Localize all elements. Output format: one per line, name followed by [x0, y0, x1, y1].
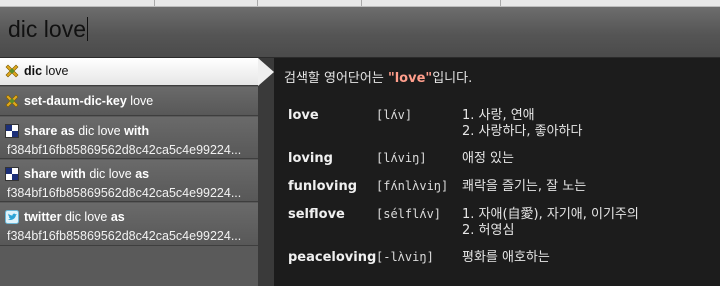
suggestion-argument: dic love [64, 210, 108, 224]
command-input-text: dic love [8, 16, 86, 42]
share-icon [5, 124, 19, 138]
strip-divider [361, 0, 362, 6]
suggestion-modifier: with [124, 124, 150, 138]
text-caret [86, 17, 88, 41]
suggestion-argument: dic love [89, 167, 132, 181]
entry-pronunciation: [-lʌ̀viŋ] [376, 250, 434, 264]
entry-word: funloving [288, 179, 358, 194]
twitter-icon [5, 210, 19, 224]
entry-meaning: 쾌락을 즐기는, 잘 노는 [462, 179, 586, 195]
preview-header-query: "love" [387, 71, 433, 86]
entry-word: peaceloving [288, 250, 377, 265]
suggestion-argument: love [130, 94, 154, 108]
suggestion-item-dic[interactable]: dic love [0, 58, 258, 86]
suggestion-command: share as [24, 124, 75, 138]
entry-meaning: 애정 있는 [462, 151, 514, 167]
suggestion-command: dic [24, 64, 43, 78]
suggestion-command: share with [24, 167, 86, 181]
strip-divider [257, 0, 258, 6]
entry-pronunciation: [lʌ́viŋ] [376, 151, 427, 165]
plugin-icon [5, 64, 19, 78]
suggestion-command: set-daum-dic-key [24, 94, 127, 108]
preview-header: 검색할 영어단어는 "love"입니다. [284, 67, 472, 86]
entry-word: selflove [288, 207, 345, 222]
entry-meaning: 1. 자애(自愛), 자기애, 이기주의 2. 허영심 [462, 207, 639, 239]
suggestion-modifier: as [110, 210, 125, 224]
suggestion-modifier: as [135, 167, 150, 181]
suggestion-item-share-with[interactable]: share with dic love as f384bf16fb8586956… [0, 160, 258, 202]
suggestion-item-set-daum-dic-key[interactable]: set-daum-dic-key love [0, 87, 258, 116]
entry-word: loving [288, 151, 333, 166]
entry-meaning-line: 쾌락을 즐기는, 잘 노는 [462, 179, 587, 194]
entry-pronunciation: [fʌ́nlʌ̀viŋ] [376, 179, 449, 193]
entry-meaning-line: 1. 사랑, 연애 [462, 108, 535, 123]
entry-meaning-line: 애정 있는 [462, 151, 514, 166]
selection-pointer [258, 58, 274, 86]
suggestion-detail: f384bf16fb85869562d8c42ca5c4e99224... [7, 229, 242, 243]
suggestion-detail: f384bf16fb85869562d8c42ca5c4e99224... [7, 186, 242, 200]
suggestion-detail: f384bf16fb85869562d8c42ca5c4e99224... [7, 143, 242, 157]
entry-meaning: 1. 사랑, 연애 2. 사랑하다, 좋아하다 [462, 108, 582, 140]
entry-meaning-line: 평화를 애호하는 [462, 250, 550, 265]
preview-pane: 검색할 영어단어는 "love"입니다. love [lʌ́v] 1. 사랑, … [274, 58, 720, 286]
entry-meaning-line: 1. 자애(自愛), 자기애, 이기주의 [462, 207, 639, 222]
command-input[interactable]: dic love [8, 16, 88, 43]
suggestion-item-twitter[interactable]: twitter dic love as f384bf16fb85869562d8… [0, 203, 258, 246]
entry-meaning-line: 2. 허영심 [462, 223, 515, 238]
share-icon [5, 167, 19, 181]
strip-divider [500, 0, 501, 6]
suggestion-argument: love [45, 64, 69, 78]
suggestion-item-share-as[interactable]: share as dic love with f384bf16fb8586956… [0, 117, 258, 159]
top-window-strip [0, 0, 720, 7]
entry-meaning-line: 2. 사랑하다, 좋아하다 [462, 124, 583, 139]
entry-word: love [288, 108, 319, 123]
preview-header-suffix: 입니다. [432, 71, 473, 86]
preview-header-prefix: 검색할 영어단어는 [284, 71, 388, 86]
suggestion-list: dic love set-daum-dic-key love share as … [0, 58, 258, 286]
entry-pronunciation: [lʌ́v] [376, 108, 413, 122]
suggestion-argument: dic love [78, 124, 121, 138]
plugin-icon [5, 94, 19, 108]
entry-pronunciation: [sélflʌ́v] [376, 207, 442, 221]
command-bar: dic love [0, 7, 720, 58]
entry-meaning: 평화를 애호하는 [462, 250, 550, 266]
strip-divider [154, 0, 155, 6]
suggestion-command: twitter [24, 210, 62, 224]
